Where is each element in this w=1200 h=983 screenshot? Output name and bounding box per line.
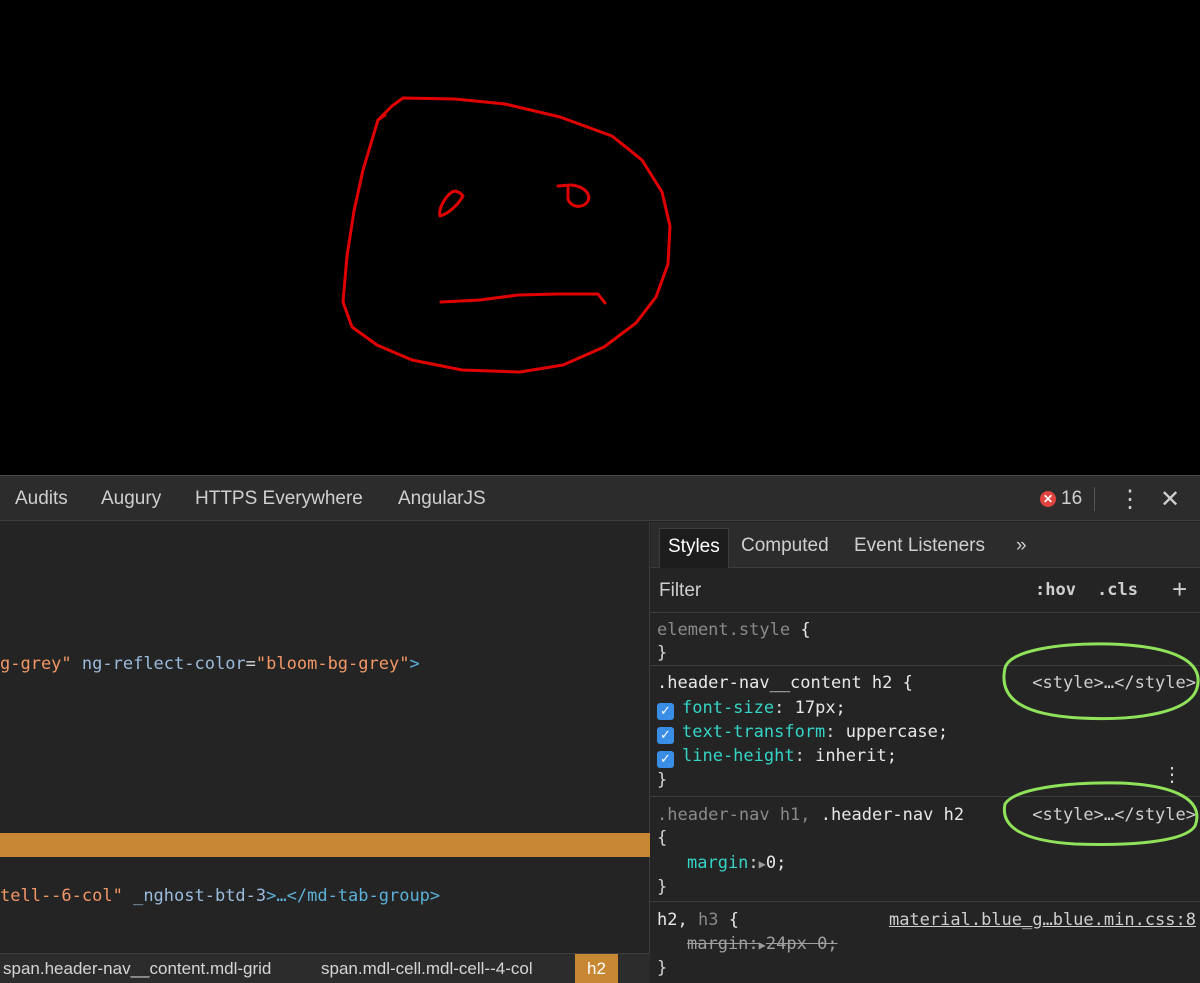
rule-selector[interactable]: h2, [657, 910, 688, 930]
filter-input[interactable] [659, 579, 959, 603]
style-source-link[interactable]: <style>…</style> [1032, 673, 1196, 693]
more-options-icon[interactable]: ⋮ [1118, 485, 1142, 514]
css-rule: h2, h3 { material.blue_g…blue.min.css:8 … [657, 910, 1196, 978]
error-count: 16 [1061, 488, 1083, 509]
css-declaration: margin:▶0; [687, 853, 787, 873]
css-rule-element-style: element.style { } [651, 614, 1200, 666]
face-outline [341, 96, 672, 374]
css-rule: .header-nav h1, .header-nav h2 <style>…<… [651, 798, 1200, 902]
rule-selector[interactable]: .header-nav__content h2 [657, 673, 892, 693]
more-tabs-icon[interactable]: » [1016, 535, 1027, 557]
css-declaration: ✓ text-transform: uppercase; [657, 722, 948, 744]
stylesheet-source-link[interactable]: material.blue_g…blue.min.css:8 [889, 910, 1196, 930]
css-rule: .header-nav__content h2 { <style>…</styl… [651, 667, 1200, 797]
rule-selector-inactive[interactable]: .header-nav h1, [657, 805, 811, 825]
breadcrumb-item[interactable]: span.mdl-cell.mdl-cell--4-col [321, 959, 533, 979]
tab-https-everywhere[interactable]: HTTPS Everywhere [195, 488, 363, 510]
filter-toolbar: :hov .cls + [651, 569, 1200, 613]
css-declaration: ✓ font-size: 17px; [657, 698, 846, 720]
left-eye [438, 189, 465, 218]
right-eye [556, 183, 591, 208]
tab-angularjs[interactable]: AngularJS [398, 488, 486, 510]
hover-state-toggle[interactable]: :hov [1035, 580, 1076, 600]
tab-augury[interactable]: Augury [101, 488, 161, 510]
devtools-panel: Audits Augury HTTPS Everywhere AngularJS… [0, 475, 1200, 983]
expand-triangle-icon[interactable]: ▶ [759, 857, 766, 871]
error-count-badge[interactable]: ✕ 16 [1040, 487, 1096, 511]
close-devtools-icon[interactable]: ✕ [1160, 485, 1180, 514]
breadcrumb-item[interactable]: span.header-nav__content.mdl-grid [3, 959, 271, 979]
class-toggle[interactable]: .cls [1097, 580, 1138, 600]
css-declaration: ✓ line-height: inherit; [657, 746, 897, 768]
breadcrumb: span.header-nav__content.mdl-grid span.m… [0, 953, 650, 983]
styles-sidebar: Styles Computed Event Listeners » :hov .… [651, 522, 1200, 983]
style-source-link[interactable]: <style>…</style> [1032, 805, 1196, 825]
rule-selector[interactable]: element.style [657, 620, 790, 640]
mouth [439, 292, 607, 305]
property-checkbox[interactable]: ✓ [657, 727, 674, 744]
property-checkbox[interactable]: ✓ [657, 751, 674, 768]
sad-face-drawing [341, 96, 672, 374]
selected-dom-node[interactable] [0, 833, 650, 857]
drawing-canvas[interactable] [0, 0, 1200, 475]
new-style-rule-icon[interactable]: + [1172, 574, 1187, 605]
breadcrumb-item-active[interactable]: h2 [575, 954, 618, 983]
tab-audits[interactable]: Audits [15, 488, 68, 510]
rule-options-icon[interactable]: ⋮ [1162, 762, 1182, 786]
property-checkbox[interactable]: ✓ [657, 703, 674, 720]
tab-styles[interactable]: Styles [659, 528, 729, 568]
error-icon: ✕ [1040, 491, 1056, 507]
dom-node-line[interactable]: tell--6-col" _nghost-btd-3>…</md-tab-gro… [0, 886, 440, 906]
tab-computed[interactable]: Computed [741, 535, 829, 557]
elements-panel: g-grey" ng-reflect-color="bloom-bg-grey"… [0, 522, 650, 983]
css-declaration-overridden: margin:▶24px 0; [687, 934, 838, 954]
tab-event-listeners[interactable]: Event Listeners [854, 535, 985, 557]
rule-selector[interactable]: .header-nav h2 [821, 805, 964, 825]
devtools-tab-bar: Audits Augury HTTPS Everywhere AngularJS… [0, 476, 1200, 521]
dom-node-line[interactable]: g-grey" ng-reflect-color="bloom-bg-grey"… [0, 654, 420, 674]
styles-subtabs: Styles Computed Event Listeners » [651, 522, 1200, 568]
expand-triangle-icon[interactable]: ▶ [759, 938, 766, 952]
